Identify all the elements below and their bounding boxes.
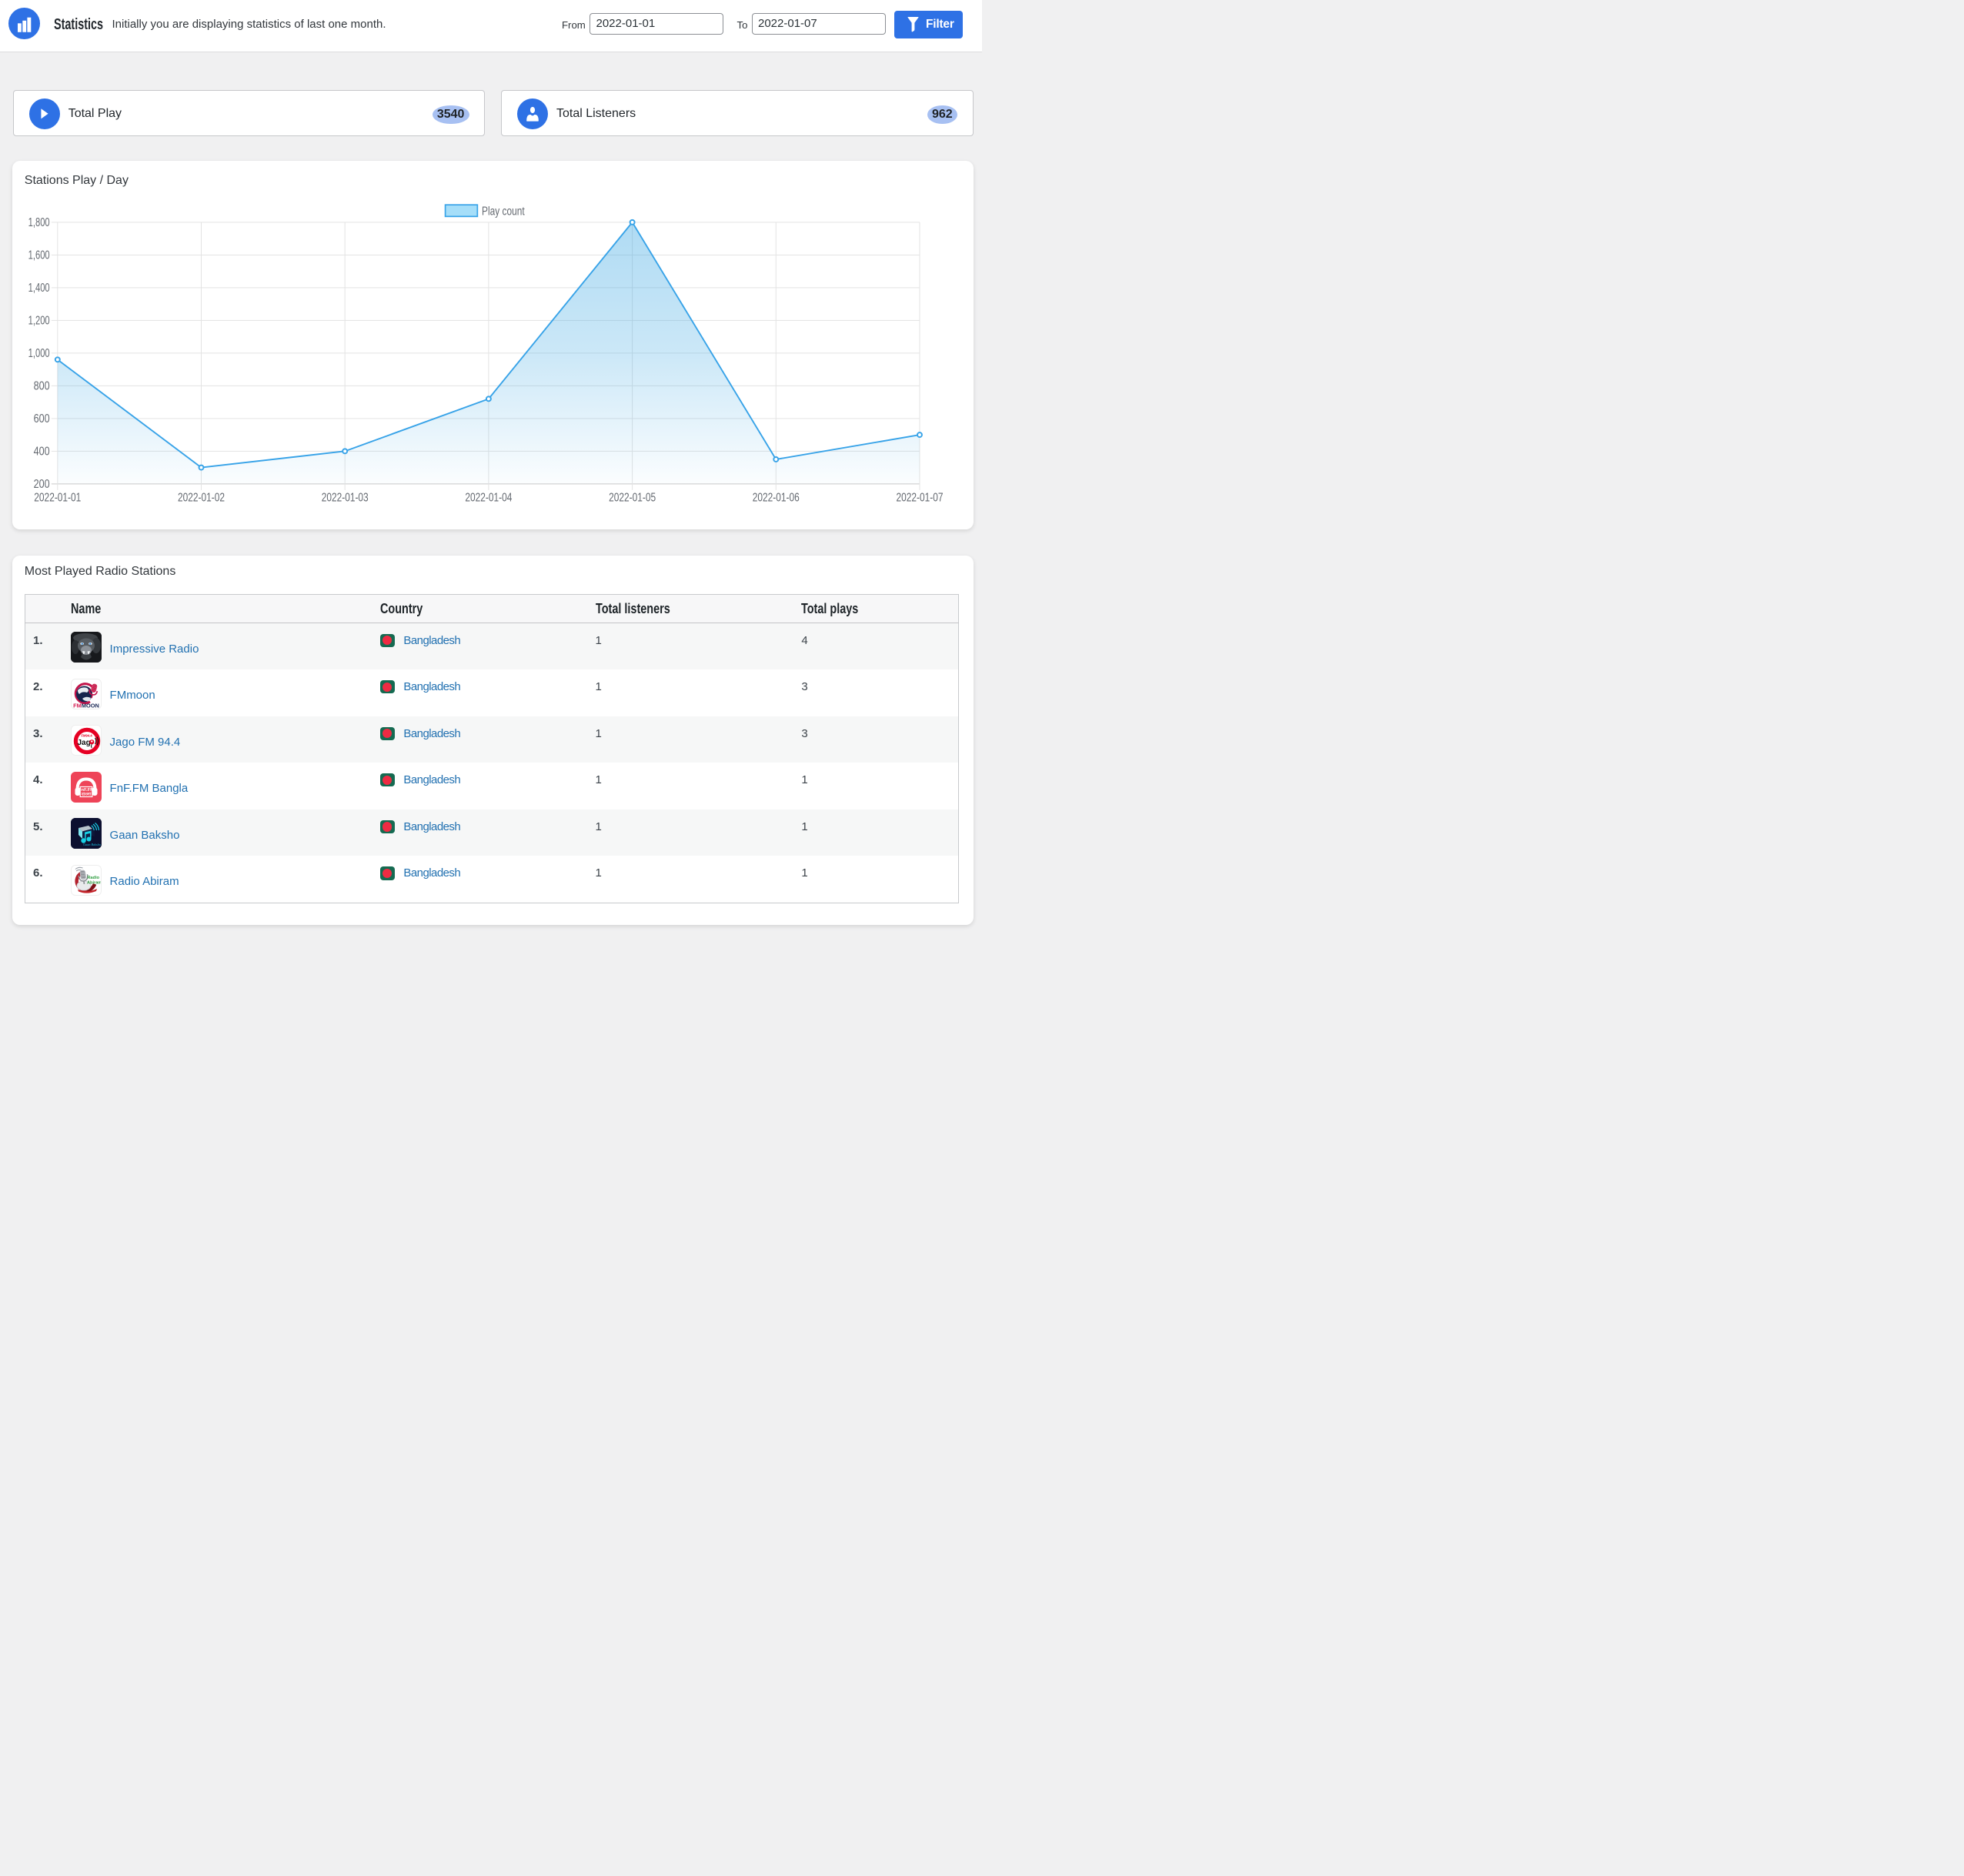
svg-text:Play count: Play count [482, 205, 525, 218]
svg-text:600: 600 [34, 412, 50, 426]
svg-text:2022-01-01: 2022-01-01 [35, 492, 82, 505]
svg-text:200: 200 [34, 478, 50, 491]
svg-text:Abiram: Abiram [87, 880, 102, 885]
svg-text:1,200: 1,200 [28, 315, 50, 328]
svg-text:FMMOON: FMMOON [73, 702, 99, 709]
svg-text:800: 800 [34, 380, 50, 393]
svg-text:2022-01-02: 2022-01-02 [178, 492, 225, 505]
svg-text:Jag: Jag [77, 739, 90, 747]
svg-text:2022-01-03: 2022-01-03 [322, 492, 369, 505]
svg-text:বাংলা: বাংলা [80, 793, 91, 797]
svg-text:400: 400 [34, 446, 50, 459]
svg-text:2022-01-06: 2022-01-06 [753, 492, 800, 505]
svg-text:2022-01-05: 2022-01-05 [609, 492, 656, 505]
svg-text:FM94.4: FM94.4 [81, 734, 92, 738]
svg-text:1,800: 1,800 [28, 216, 50, 229]
svg-text:Radio: Radio [87, 876, 99, 880]
svg-text:2022-01-04: 2022-01-04 [466, 492, 513, 505]
svg-text:1,600: 1,600 [28, 249, 50, 262]
svg-text:Gaan Baksho: Gaan Baksho [83, 843, 101, 846]
svg-text:2022-01-07: 2022-01-07 [897, 492, 944, 505]
svg-text:1,000: 1,000 [28, 347, 50, 360]
svg-text:1,400: 1,400 [28, 282, 50, 295]
